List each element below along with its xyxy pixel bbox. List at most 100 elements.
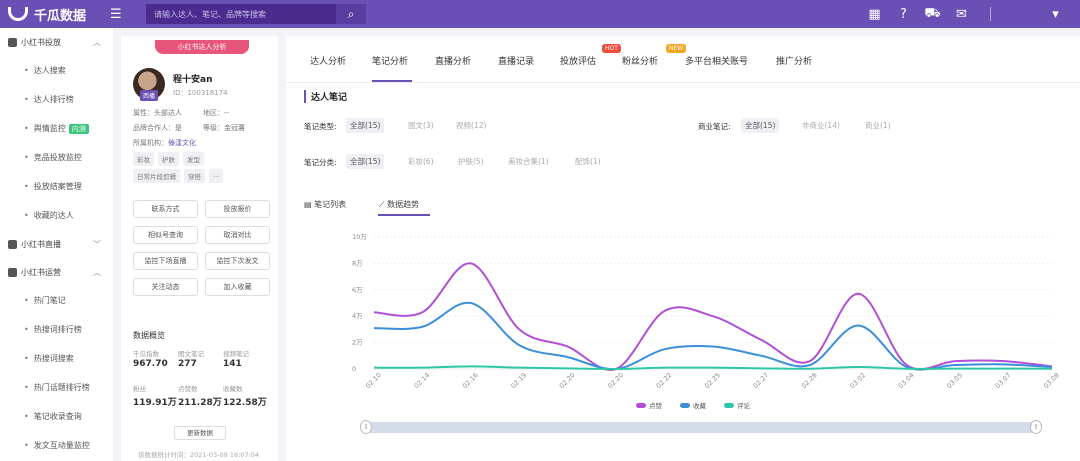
sidebar-item[interactable]: 热门话题排行榜	[0, 373, 113, 402]
sidebar-item[interactable]: 热门笔记	[0, 286, 113, 315]
mail-icon[interactable]: ✉	[947, 7, 976, 22]
sidebar-item-sentiment[interactable]: 舆情监控内测	[0, 114, 113, 143]
sidebar-item[interactable]: 达人搜索	[0, 56, 113, 85]
monitor-live-button[interactable]: 监控下场直播	[133, 252, 198, 270]
contact-button[interactable]: 联系方式	[133, 200, 198, 218]
chevron-up-icon: ︿	[93, 267, 101, 277]
sidebar-item[interactable]: 收藏的达人	[0, 201, 113, 230]
favorite-button[interactable]: 加入收藏	[205, 278, 270, 296]
action-buttons: 联系方式 投放报价 相似号查询 取消对比 监控下场直播 监控下次发文 关注动态 …	[133, 200, 270, 296]
filter-cat-label: 笔记分类:	[304, 158, 337, 167]
filter-option[interactable]: 全部(15)	[346, 154, 385, 169]
similar-search-button[interactable]: 相似号查询	[133, 226, 198, 244]
grid-icon[interactable]: ▦	[860, 7, 889, 22]
sidebar-section-xhs-promotion[interactable]: 小红书投放 ︿	[0, 28, 113, 56]
y-tick-label: 6万	[352, 286, 363, 294]
chevron-down-icon[interactable]: ▾	[1041, 7, 1070, 22]
logo-text: 千瓜数据	[34, 8, 87, 24]
stat-label: 收藏数	[223, 385, 243, 393]
filter-option[interactable]: 图文(3)	[404, 118, 438, 133]
slider-handle-left[interactable]: ||	[360, 420, 372, 434]
legend-item[interactable]: 评论	[724, 400, 750, 410]
stat-value: 277	[178, 359, 197, 369]
stat-value: 119.91万	[133, 398, 177, 408]
stat-value: 967.70	[133, 359, 168, 369]
sidebar-item[interactable]: 发文互动量监控	[0, 431, 113, 460]
subtab-data-trend[interactable]: ⟋ 数据趋势	[379, 199, 419, 210]
refresh-button[interactable]: 更新数据	[174, 426, 226, 440]
sidebar-section-xhs-live[interactable]: 小红书直播 ﹀	[0, 230, 113, 258]
menu-toggle-icon[interactable]: ☰	[110, 7, 140, 22]
follow-button[interactable]: 关注动态	[133, 278, 198, 296]
quote-button[interactable]: 投放报价	[205, 200, 270, 218]
tab-multi-platform[interactable]: 多平台相关账号	[685, 54, 748, 67]
search-bar: 请输入达人、笔记、品牌等搜索 ⌕	[146, 4, 366, 24]
tab-live-records[interactable]: 直播记录	[498, 54, 534, 67]
attr-label: 属性：头部达人	[133, 109, 182, 117]
x-tick-label: 03.04	[897, 371, 916, 390]
tag: 日常片段剪辑	[133, 169, 180, 183]
tab-influencer[interactable]: 达人分析	[310, 54, 346, 67]
sidebar-item[interactable]: 热搜词搜索	[0, 344, 113, 373]
stat-label: 千瓜指数	[133, 350, 159, 358]
x-tick-label: 03.08	[1042, 371, 1061, 390]
cancel-compare-button[interactable]: 取消对比	[205, 226, 270, 244]
filter-option[interactable]: 配饰(1)	[571, 154, 605, 169]
sidebar-section-xhs-ops[interactable]: 小红书运营 ︿	[0, 258, 113, 286]
active-tab-indicator	[372, 80, 412, 82]
monitor-post-button[interactable]: 监控下次发文	[205, 252, 270, 270]
profile-id: ID：100318174	[173, 89, 228, 97]
filter-option[interactable]: 全部(15)	[741, 118, 780, 133]
legend-swatch	[680, 402, 690, 408]
subtab-label: 数据趋势	[387, 200, 420, 209]
stat-value: 211.28万	[178, 398, 222, 408]
tab-fans[interactable]: 粉丝分析	[622, 54, 658, 67]
tab-promo-eval[interactable]: 投放评估	[560, 54, 596, 67]
cart-icon[interactable]: ⛟	[918, 6, 947, 23]
stat-label: 点赞数	[178, 385, 198, 393]
x-tick-label: 02.22	[655, 371, 674, 390]
agency-link[interactable]: 傣漾文化	[168, 139, 196, 147]
search-icon[interactable]: ⌕	[336, 4, 366, 24]
active-subtab-indicator	[378, 214, 430, 216]
hot-badge: HOT	[602, 44, 621, 53]
tab-live[interactable]: 直播分析	[435, 54, 471, 67]
logo[interactable]: 千瓜数据	[8, 5, 108, 24]
filter-option[interactable]: 商业(1)	[861, 118, 895, 133]
filter-option[interactable]: 美妆合集(1)	[504, 154, 553, 169]
x-tick-label: 02.14	[413, 371, 432, 390]
filter-option[interactable]: 彩妆(6)	[404, 154, 438, 169]
update-time: 该数据统计时间：2021-03-09 16:07:04	[138, 451, 260, 459]
filter-option[interactable]: 全部(15)	[346, 118, 385, 133]
x-tick-label: 03.07	[994, 371, 1013, 390]
sidebar-item[interactable]: 投放结案管理	[0, 172, 113, 201]
subtab-note-list[interactable]: ▤ 笔记列表	[304, 199, 346, 210]
tab-notes[interactable]: 笔记分析	[372, 54, 408, 67]
legend-item[interactable]: 收藏	[680, 400, 706, 410]
legend-item[interactable]: 点赞	[636, 400, 662, 410]
zoom-slider[interactable]	[364, 422, 1036, 433]
section-label: 小红书直播	[21, 239, 61, 249]
slider-handle-right[interactable]: ||	[1030, 420, 1042, 434]
x-tick-label: 02.16	[461, 371, 480, 390]
legend-swatch	[636, 402, 646, 408]
beta-badge: 内测	[68, 123, 89, 134]
y-tick-label: 0	[352, 365, 356, 373]
tag-row-1: 彩妆 护肤 发型	[133, 152, 204, 166]
filter-option[interactable]: 视频(12)	[452, 118, 490, 133]
help-icon[interactable]: ?	[889, 7, 918, 22]
tag-more[interactable]: ...	[209, 169, 224, 183]
stat-label: 视频笔记	[223, 350, 249, 358]
sidebar-item[interactable]: 达人排行榜	[0, 85, 113, 114]
stat-value: 122.58万	[223, 398, 267, 408]
sidebar-item[interactable]: 竞品投放监控	[0, 143, 113, 172]
filter-biz-label: 商业笔记:	[698, 122, 731, 131]
trend-icon: ⟋	[379, 200, 388, 209]
filter-option[interactable]: 护肤(5)	[454, 154, 488, 169]
sidebar-item[interactable]: 笔记收录查询	[0, 402, 113, 431]
search-input[interactable]: 请输入达人、笔记、品牌等搜索	[146, 4, 336, 24]
tab-promotion[interactable]: 推广分析	[776, 54, 812, 67]
agency-label: 所属机构：	[133, 139, 168, 147]
sidebar-item[interactable]: 热搜词排行榜	[0, 315, 113, 344]
filter-option[interactable]: 非商业(14)	[798, 118, 844, 133]
